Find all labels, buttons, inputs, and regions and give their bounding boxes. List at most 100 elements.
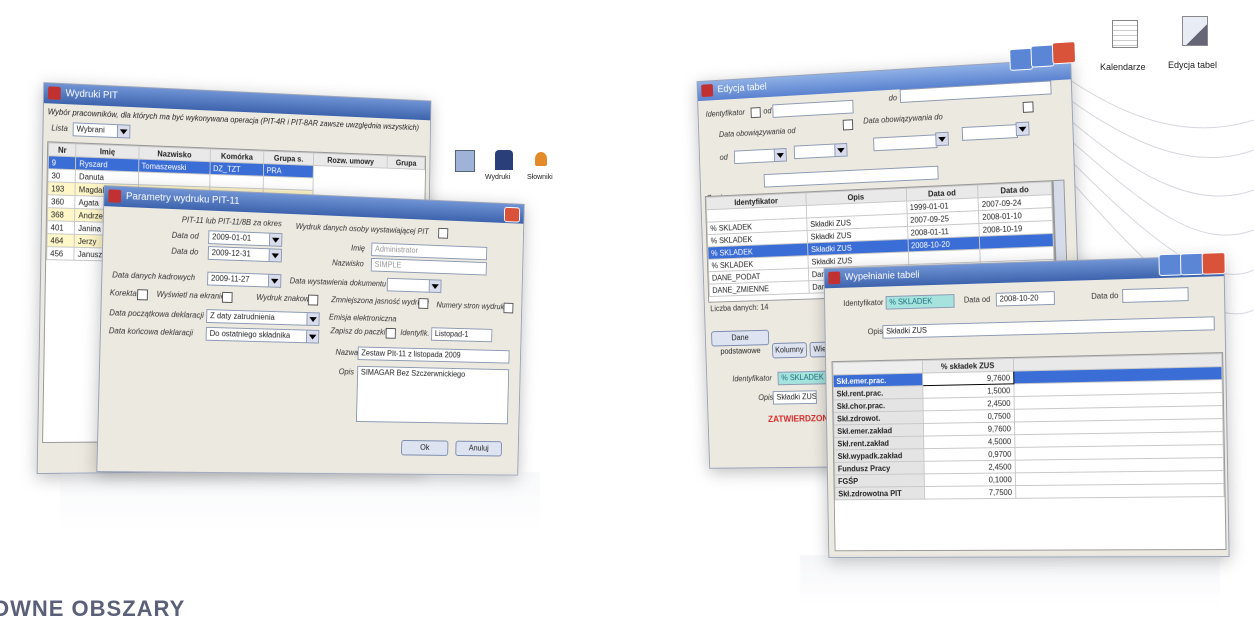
pocz-label: Data początkowa deklaracji	[109, 308, 204, 320]
identyf-field[interactable]: Listopad-1	[431, 327, 493, 343]
edit-table-icon[interactable]	[1182, 16, 1208, 46]
row-label: Fundusz Pracy	[834, 461, 925, 475]
pit-col-header[interactable]: Rozw. umowy	[313, 152, 388, 169]
toolbar-icons-left: Wydruki Słowniki	[455, 150, 575, 190]
wystawienie-field[interactable]	[386, 277, 431, 293]
row-value[interactable]: 4,5000	[923, 434, 1015, 449]
nazwa-label: Nazwa	[335, 347, 359, 358]
opis-field-2[interactable]: Składki ZUS	[772, 390, 818, 405]
znakowy-checkbox[interactable]	[307, 294, 319, 306]
konc-dropdown-icon[interactable]	[305, 329, 320, 344]
zapisz-checkbox[interactable]	[385, 327, 396, 339]
pit-col-header[interactable]: Grupa	[387, 155, 425, 170]
obow-od-checkbox[interactable]	[842, 119, 854, 131]
ekran-label: Wyświetl na ekranie	[156, 289, 226, 301]
row-value[interactable]: 7,7500	[924, 485, 1016, 500]
obow-od-to-dropdown-icon[interactable]	[834, 142, 848, 158]
zapisz-label: Zapisz do paczki	[330, 326, 386, 337]
table-cell: 464	[46, 233, 75, 248]
pit-col-header[interactable]: Nr	[48, 142, 77, 157]
obow-od-from-dropdown-icon[interactable]	[773, 147, 787, 163]
params-title: Parametry wydruku PIT-11	[125, 191, 240, 207]
maximize-icon[interactable]	[1030, 44, 1055, 68]
identyfikator-od-field[interactable]	[772, 99, 854, 118]
wystawienie-label: Data wystawienia dokumentu	[289, 276, 387, 289]
obow-do-from-dropdown-icon[interactable]	[935, 131, 949, 147]
row-value[interactable]: 0,1000	[924, 472, 1016, 487]
row-label: Skł.wypadk.zakład	[834, 448, 924, 463]
data-od-field[interactable]: 2009-01-01	[208, 230, 272, 247]
anuluj-button[interactable]: Anuluj	[455, 440, 503, 457]
close-icon[interactable]	[1051, 41, 1077, 65]
opis-field[interactable]: SIMAGAR Bez Szczerwnickiego	[355, 365, 510, 425]
wystawienie-dropdown-icon[interactable]	[428, 279, 442, 294]
zawiera-field[interactable]	[763, 165, 939, 188]
obow-do-to-field[interactable]	[961, 124, 1019, 141]
wydruki-icon[interactable]	[495, 150, 513, 170]
slowniki-icon[interactable]	[535, 152, 547, 166]
wyp-title: Wypełnianie tabeli	[844, 269, 920, 283]
obow-do-from-field[interactable]	[873, 134, 938, 152]
pocz-select[interactable]: Z daty zatrudnienia	[206, 309, 309, 326]
minimize-icon[interactable]	[1158, 253, 1183, 277]
close-icon[interactable]	[1201, 252, 1226, 275]
table-cell: 30	[47, 168, 76, 183]
numery-checkbox[interactable]	[503, 302, 514, 314]
nazwisko-label: Nazwisko	[332, 258, 364, 269]
kadr-field[interactable]: 2009-11-27	[207, 271, 271, 288]
wyp-data-od-field[interactable]: 2008-10-20	[995, 291, 1055, 307]
pit-window-title: Wydruki PIT	[65, 88, 118, 102]
wyp-opis-field[interactable]: Składki ZUS	[882, 316, 1215, 339]
close-icon[interactable]	[503, 206, 521, 223]
tab-kolumny[interactable]: Kolumny	[771, 342, 807, 359]
nazwisko-field[interactable]: SIMPLE	[370, 257, 487, 276]
korekta-checkbox[interactable]	[137, 289, 149, 301]
tab-dane-podstawowe[interactable]: Dane podstawowe	[711, 329, 770, 356]
table-cell: DANE_ZMIENNE	[709, 280, 810, 297]
wyp-ident-label: Identyfikator	[843, 298, 884, 308]
row-value[interactable]: 2,4500	[923, 460, 1015, 474]
obow-do-to-dropdown-icon[interactable]	[1015, 121, 1030, 137]
nazwa-field[interactable]: Zestaw PIt-11 z listopada 2009	[357, 346, 510, 364]
obow-od-to-field[interactable]	[793, 143, 839, 160]
wyp-data-od-label: Data od	[963, 294, 991, 305]
emisja-label: Emisja elektroniczna	[328, 312, 397, 324]
row-value[interactable]: 0,9700	[923, 447, 1015, 462]
konc-label: Data końcowa deklaracji	[108, 326, 194, 338]
imie-label: Imię	[350, 243, 366, 253]
ekran-checkbox[interactable]	[221, 291, 233, 304]
table-cell: 193	[47, 181, 76, 196]
identyfikator-checkbox[interactable]	[750, 107, 761, 119]
table-cell: 9	[48, 155, 77, 170]
calendar-icon[interactable]	[1112, 20, 1138, 48]
pocz-dropdown-icon[interactable]	[306, 312, 320, 327]
identyf-label: Identyfik.	[400, 328, 430, 338]
ok-button[interactable]: Ok	[400, 439, 449, 456]
left-reflection	[60, 472, 540, 532]
kadr-dropdown-icon[interactable]	[267, 273, 282, 288]
row-label: Skł.rent.zakład	[834, 436, 924, 450]
table-cell: 360	[47, 194, 76, 209]
obow-od-from-field[interactable]	[733, 148, 778, 165]
kartoteka-icon[interactable]	[455, 150, 475, 172]
wyp-data-do-field[interactable]	[1122, 287, 1189, 303]
data-do-dropdown-icon[interactable]	[268, 248, 283, 263]
identyfikator-label: Identyfikator	[705, 107, 746, 119]
lista-select[interactable]: Wybrani	[72, 122, 119, 139]
numery-label: Numery stron wydruku	[436, 300, 509, 312]
od-label-1: od	[763, 106, 772, 116]
app-icon	[47, 86, 61, 100]
lista-dropdown-icon[interactable]	[116, 124, 131, 139]
data-do-field[interactable]: 2009-12-31	[207, 246, 271, 263]
maximize-icon[interactable]	[1180, 252, 1204, 276]
wydruk-osoby-checkbox[interactable]	[438, 227, 449, 239]
wyp-ident-field[interactable]: % SKLADEK	[885, 294, 955, 310]
jasnosc-checkbox[interactable]	[418, 298, 429, 309]
konc-select[interactable]: Do ostatniego składnika	[205, 326, 309, 344]
row-label: FGŚP	[834, 473, 925, 488]
data-od-dropdown-icon[interactable]	[268, 232, 283, 247]
table-row[interactable]: Skł.zdrowotna PIT 7,7500	[834, 483, 1225, 500]
obow-do-checkbox[interactable]	[1022, 101, 1034, 113]
minimize-icon[interactable]	[1009, 47, 1034, 71]
wyp-data-do-label: Data do	[1091, 291, 1119, 301]
